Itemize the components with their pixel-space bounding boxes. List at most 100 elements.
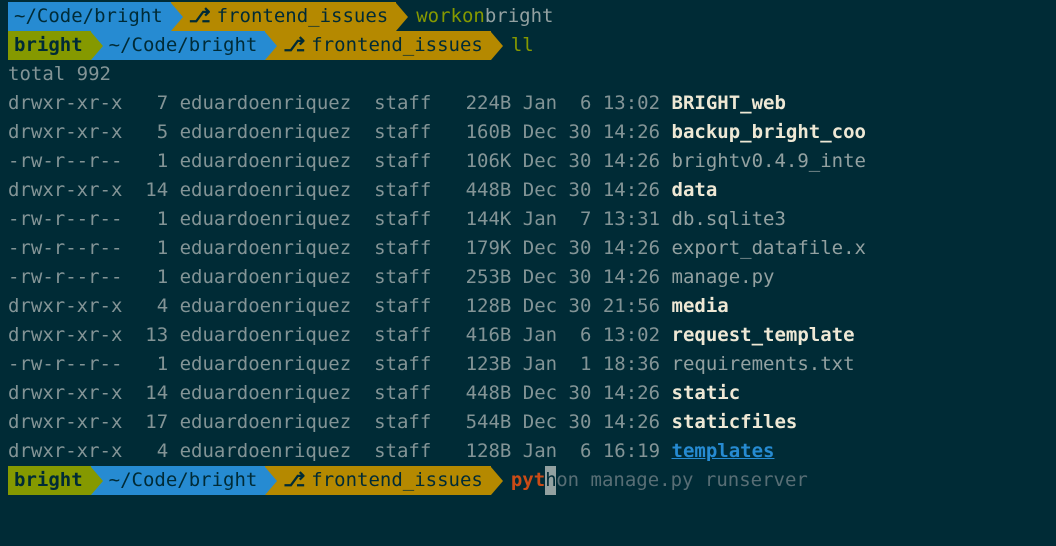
owner: eduardoenriquez [168,295,362,317]
file-row: drwxr-xr-x 14 eduardoenriquez staff 448B… [8,176,1048,205]
link-count: 17 [122,411,168,433]
group: staff [363,92,443,114]
file-row: -rw-r--r-- 1 eduardoenriquez staff 253B … [8,263,1048,292]
permissions: drwxr-xr-x [8,324,122,346]
file-row: -rw-r--r-- 1 eduardoenriquez staff 179K … [8,234,1048,263]
link-count: 7 [122,92,168,114]
file-size: 128B [443,440,512,462]
file-listing: drwxr-xr-x 7 eduardoenriquez staff 224B … [8,89,1048,466]
file-size: 123B [443,353,512,375]
file-row: drwxr-xr-x 4 eduardoenriquez staff 128B … [8,292,1048,321]
path-segment: ~/Code/bright [91,31,266,60]
branch-segment: ⎇ frontend_issues [265,31,491,60]
file-row: drwxr-xr-x 5 eduardoenriquez staff 160B … [8,118,1048,147]
separator-arrow-icon [491,32,503,60]
owner: eduardoenriquez [168,237,362,259]
cursor-icon: h [545,466,556,495]
file-size: 448B [443,382,512,404]
owner: eduardoenriquez [168,440,362,462]
link-count: 13 [122,324,168,346]
file-name: brightv0.4.9_inte [672,150,866,172]
file-row: drwxr-xr-x 4 eduardoenriquez staff 128B … [8,437,1048,466]
file-size: 253B [443,266,512,288]
date-modified: Dec 30 14:26 [511,150,671,172]
group: staff [363,179,443,201]
date-modified: Dec 30 14:26 [511,266,671,288]
separator-arrow-icon [396,3,408,31]
permissions: drwxr-xr-x [8,92,122,114]
permissions: drwxr-xr-x [8,411,122,433]
permissions: drwxr-xr-x [8,440,122,462]
separator-arrow-icon [91,467,103,495]
group: staff [363,237,443,259]
group: staff [363,150,443,172]
command-text: workon [416,2,485,31]
prompt-line-3[interactable]: bright ~/Code/bright ⎇ frontend_issues p… [8,466,1048,495]
owner: eduardoenriquez [168,150,362,172]
permissions: -rw-r--r-- [8,208,122,230]
git-branch-icon: ⎇ [283,31,305,60]
file-size: 160B [443,121,512,143]
file-size: 544B [443,411,512,433]
date-modified: Jan 6 13:02 [511,92,671,114]
date-modified: Dec 30 14:26 [511,121,671,143]
group: staff [363,411,443,433]
group: staff [363,440,443,462]
group: staff [363,295,443,317]
git-branch-icon: ⎇ [283,466,305,495]
file-name: db.sqlite3 [672,208,786,230]
venv-segment: bright [8,466,91,495]
date-modified: Jan 7 13:31 [511,208,671,230]
total-line: total 992 [8,60,1048,89]
group: staff [363,121,443,143]
owner: eduardoenriquez [168,382,362,404]
file-name: templates [672,440,775,462]
date-modified: Jan 1 18:36 [511,353,671,375]
permissions: -rw-r--r-- [8,237,122,259]
date-modified: Jan 6 16:19 [511,440,671,462]
path-segment: ~/Code/bright [91,466,266,495]
date-modified: Dec 30 14:26 [511,179,671,201]
file-row: -rw-r--r-- 1 eduardoenriquez staff 144K … [8,205,1048,234]
owner: eduardoenriquez [168,324,362,346]
file-name: export_datafile.x [672,237,866,259]
file-name: data [672,179,718,201]
file-row: -rw-r--r-- 1 eduardoenriquez staff 106K … [8,147,1048,176]
date-modified: Dec 30 21:56 [511,295,671,317]
file-name: manage.py [672,266,775,288]
owner: eduardoenriquez [168,179,362,201]
date-modified: Dec 30 14:26 [511,411,671,433]
link-count: 1 [122,208,168,230]
path-segment: ~/Code/bright [8,2,171,31]
separator-arrow-icon [171,3,183,31]
permissions: -rw-r--r-- [8,150,122,172]
separator-arrow-icon [91,32,103,60]
separator-arrow-icon [265,467,277,495]
date-modified: Dec 30 14:26 [511,382,671,404]
permissions: drwxr-xr-x [8,295,122,317]
prompt-line-1: ~/Code/bright ⎇ frontend_issues workon b… [8,2,1048,31]
owner: eduardoenriquez [168,121,362,143]
command-text: ll [511,31,534,60]
branch-segment: ⎇ frontend_issues [265,466,491,495]
group: staff [363,324,443,346]
permissions: drwxr-xr-x [8,121,122,143]
file-name: requirements.txt [672,353,855,375]
link-count: 1 [122,266,168,288]
autosuggestion: on manage.py runserver [556,466,808,495]
owner: eduardoenriquez [168,353,362,375]
terminal-window[interactable]: ~/Code/bright ⎇ frontend_issues workon b… [0,0,1056,497]
file-row: drwxr-xr-x 13 eduardoenriquez staff 416B… [8,321,1048,350]
permissions: -rw-r--r-- [8,353,122,375]
link-count: 14 [122,382,168,404]
typed-command[interactable]: pyt [511,466,545,495]
date-modified: Jan 6 13:02 [511,324,671,346]
group: staff [363,266,443,288]
file-row: drwxr-xr-x 17 eduardoenriquez staff 544B… [8,408,1048,437]
branch-name: frontend_issues [217,2,389,31]
branch-name: frontend_issues [311,31,483,60]
date-modified: Dec 30 14:26 [511,237,671,259]
owner: eduardoenriquez [168,411,362,433]
file-size: 179K [443,237,512,259]
group: staff [363,208,443,230]
